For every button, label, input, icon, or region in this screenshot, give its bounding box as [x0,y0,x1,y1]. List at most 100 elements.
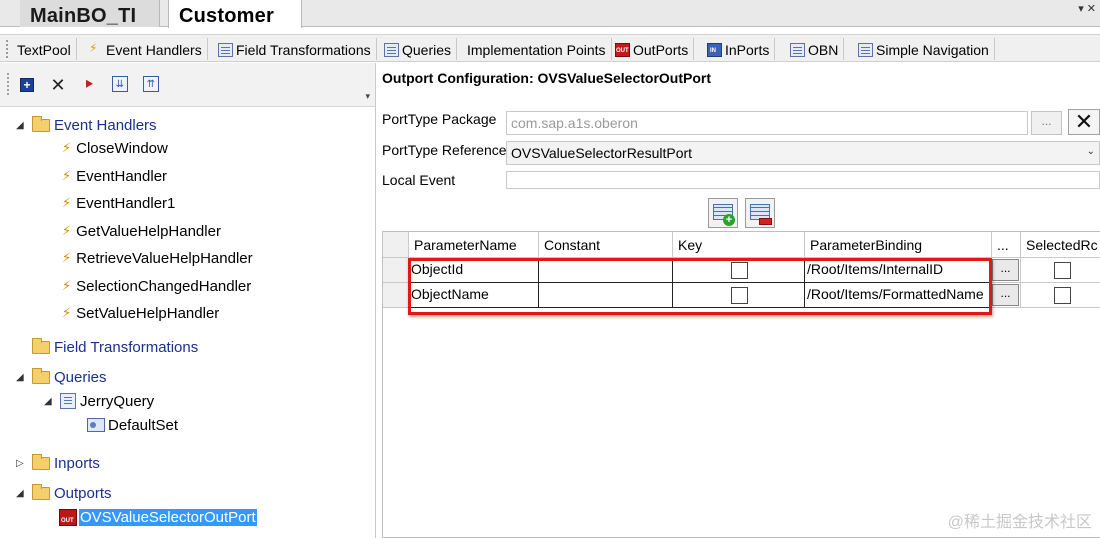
expand-all-icon[interactable]: ⇊ [112,76,128,92]
porttype-reference-select[interactable]: OVSValueSelectorResultPort ⌄ [506,141,1100,165]
delete-row-button[interactable] [745,198,775,228]
selected-checkbox[interactable] [1053,287,1071,304]
minus-icon [759,218,772,225]
lightning-icon: ⚡ [62,140,72,155]
tree-node-dataset[interactable]: DefaultSet [87,415,178,435]
editor-tab-strip: TextPool Event Handlers Field Transforma… [0,34,1100,62]
query-icon [60,393,76,409]
cell-key [673,283,805,308]
expanded-arrow-icon[interactable]: ◢ [16,120,26,131]
cell-parameter-binding[interactable]: /Root/Items/FormattedName [805,283,992,308]
cell-constant[interactable] [539,283,673,308]
column-header-parameterbinding[interactable]: ParameterBinding [805,232,992,258]
doc-tab-mainbo[interactable]: MainBO_TI [20,0,160,27]
tab-simple-navigation[interactable]: Simple Navigation [853,38,995,60]
tree-node-label: EventHandler1 [76,194,176,212]
clear-icon[interactable]: ✕ [1068,109,1100,135]
tree-node-handler[interactable]: ⚡ GetValueHelpHandler [62,221,221,241]
lightning-icon: ⚡ [62,195,72,210]
tree-node-label: Queries [54,368,107,386]
tree-node-queries[interactable]: ◢ Queries [16,367,107,387]
expanded-arrow-icon[interactable]: ◢ [16,488,26,499]
tree-node-handler[interactable]: ⚡ SetValueHelpHandler [62,303,219,323]
tab-field-transformations[interactable]: Field Transformations [213,38,377,60]
tree-node-label: JerryQuery [80,392,155,410]
cell-dots: ... [992,258,1021,283]
local-event-label: Local Event [382,172,456,188]
tree-node-label: OVSValueSelectorOutPort [79,508,257,526]
expanded-arrow-icon[interactable]: ◢ [16,372,26,383]
cell-constant[interactable] [539,258,673,283]
tree-node-label: Field Transformations [54,338,199,356]
row-header[interactable] [383,258,409,283]
tree-node-handler[interactable]: ⚡ CloseWindow [62,138,168,158]
tab-obn[interactable]: OBN [785,38,845,60]
tree-node-field-transformations[interactable]: Field Transformations [32,337,198,357]
column-header-key[interactable]: Key [673,232,805,258]
tree-node-query[interactable]: ◢ JerryQuery [44,391,154,411]
expanded-arrow-icon[interactable]: ◢ [44,396,54,407]
lightning-icon: ⚡ [62,168,72,183]
porttype-package-field[interactable]: com.sap.a1s.oberon [506,111,1028,135]
lightning-icon: ⚡ [62,305,72,320]
tree-node-label: SetValueHelpHandler [76,304,220,322]
row-header[interactable] [383,283,409,308]
tree-node-outport-selected[interactable]: OVSValueSelectorOutPort [59,507,257,527]
binding-browse-button[interactable]: ... [992,284,1019,306]
column-header-constant[interactable]: Constant [539,232,673,258]
column-header-parametername[interactable]: ParameterName [409,232,539,258]
tree-node-handler[interactable]: ⚡ RetrieveValueHelpHandler [62,248,253,268]
cell-parameter-name[interactable]: ObjectId [409,258,539,283]
tree-node-label: Event Handlers [54,116,157,134]
cell-selected [1021,258,1100,283]
tree-node-inports[interactable]: ▷ Inports [16,453,100,473]
tab-inports[interactable]: InPorts [702,38,776,60]
tree-node-event-handlers[interactable]: ◢ Event Handlers [16,115,157,135]
tree-node-label: EventHandler [76,167,168,185]
folder-icon [32,453,50,470]
tab-label: OutPorts [633,42,689,58]
run-tool-icon[interactable]: ⯈ [80,76,98,94]
column-header-dots[interactable]: ... [992,232,1021,258]
tab-label: Field Transformations [236,42,371,58]
binding-browse-button[interactable]: ... [992,259,1019,281]
tree-node-outports[interactable]: ◢ Outports [16,483,112,503]
lightning-icon [88,41,103,57]
cell-parameter-name[interactable]: ObjectName [409,283,539,308]
toolbar-grip-icon[interactable] [7,73,10,95]
toolbar-overflow-icon[interactable]: ▾ [365,91,370,102]
chevron-down-icon[interactable]: ⌄ [1087,146,1095,157]
grid-icon [858,43,873,57]
selected-checkbox[interactable] [1053,262,1071,279]
tab-list-menu-icon[interactable]: ▾ ✕ [1078,2,1096,15]
folder-icon [32,337,50,354]
tree-node-label: SelectionChangedHandler [76,277,252,295]
cell-parameter-binding[interactable]: /Root/Items/InternalID [805,258,992,283]
tab-event-handlers[interactable]: Event Handlers [83,38,208,60]
collapse-all-icon[interactable]: ⇈ [143,76,159,92]
key-checkbox[interactable] [731,262,748,279]
key-checkbox[interactable] [731,287,748,304]
tab-label: Implementation Points [467,42,606,58]
toolbar-grip-icon[interactable] [6,40,9,58]
tab-textpool[interactable]: TextPool [12,38,77,60]
grid-icon [218,43,233,57]
tab-implementation-points[interactable]: Implementation Points [462,38,612,60]
tree-node-handler[interactable]: ⚡ EventHandler1 [62,193,175,213]
tree-node-handler[interactable]: ⚡ EventHandler [62,166,167,186]
tab-queries[interactable]: Queries [379,38,458,60]
porttype-package-label: PortType Package [382,111,497,127]
folder-icon [32,367,50,384]
collapsed-arrow-icon[interactable]: ▷ [16,458,26,469]
add-row-button[interactable]: + [708,198,738,228]
tab-outports[interactable]: OutPorts [610,38,695,60]
tree-node-handler[interactable]: ⚡ SelectionChangedHandler [62,276,251,296]
delete-icon[interactable]: ✕ [49,75,67,95]
column-header-selectedrc[interactable]: SelectedRc [1021,232,1100,258]
dataset-icon [87,418,105,432]
local-event-field[interactable] [506,171,1100,189]
doc-tab-customer[interactable]: Customer [168,0,302,28]
tree-node-label: RetrieveValueHelpHandler [76,249,253,267]
add-icon[interactable]: + [20,78,34,92]
browse-button[interactable]: ... [1031,111,1062,135]
